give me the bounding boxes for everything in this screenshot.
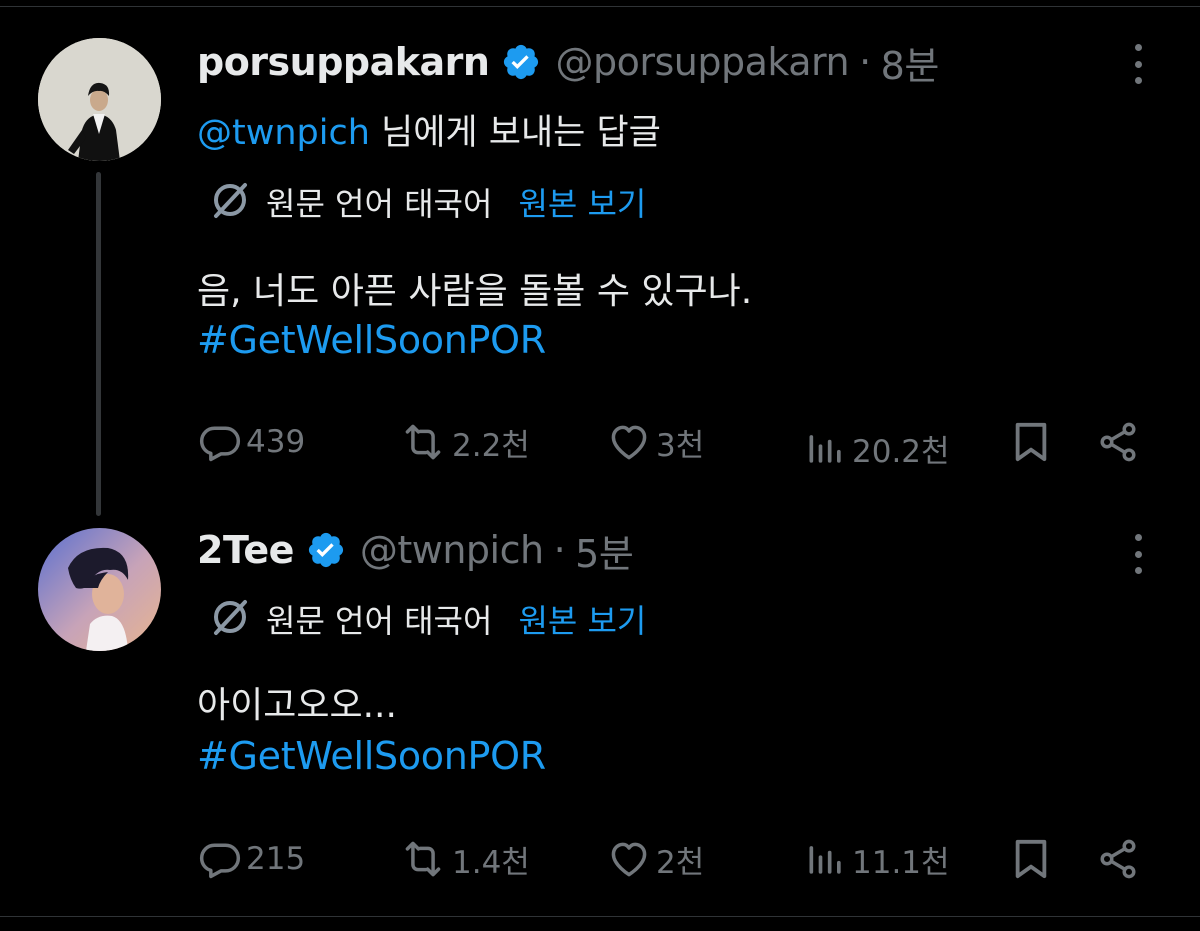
like-count: 2천 — [656, 844, 705, 881]
bookmark-icon — [1010, 836, 1052, 882]
like-button[interactable]: 3천 — [606, 419, 704, 465]
view-count: 20.2천 — [852, 433, 950, 470]
bookmark-button[interactable] — [1010, 419, 1052, 465]
like-count: 3천 — [656, 427, 705, 464]
tweet-text: 음, 너도 아픈 사람을 돌볼 수 있구나. — [197, 271, 753, 312]
translation-label: 원문 언어 태국어 — [266, 185, 493, 223]
like-button[interactable]: 2천 — [606, 836, 704, 882]
repost-icon — [398, 420, 448, 464]
display-name[interactable]: porsuppakarn — [197, 40, 490, 84]
replying-to: @twnpich 님에게 보내는 답글 — [197, 104, 661, 155]
repost-button[interactable]: 2.2천 — [398, 419, 530, 465]
separator-dot: · — [859, 40, 871, 84]
share-icon — [1096, 419, 1140, 465]
repost-count: 2.2천 — [452, 427, 530, 464]
reply-button[interactable]: 439 — [198, 419, 305, 465]
show-original-link[interactable]: 원본 보기 — [518, 179, 646, 225]
bookmark-button[interactable] — [1010, 836, 1052, 882]
reply-count: 215 — [246, 841, 306, 877]
tweet-text: 아이고오오... — [197, 685, 397, 726]
translate-icon — [208, 595, 252, 643]
bookmark-icon — [1010, 419, 1052, 465]
repost-icon — [398, 837, 448, 881]
translation-row: 원문 언어 태국어 원본 보기 — [208, 597, 646, 641]
heart-icon — [606, 420, 652, 464]
translation-row: 원문 언어 태국어 원본 보기 — [208, 180, 646, 224]
translation-label: 원문 언어 태국어 — [266, 602, 493, 640]
avatar[interactable] — [38, 38, 161, 161]
views-icon — [804, 426, 848, 470]
avatar[interactable] — [38, 528, 161, 651]
share-button[interactable] — [1096, 419, 1140, 465]
top-divider — [0, 6, 1200, 7]
tweet-header: 2Tee @twnpich · 5분 — [197, 523, 634, 578]
more-icon[interactable] — [1130, 44, 1146, 84]
verified-badge-icon[interactable] — [306, 530, 346, 570]
views-icon — [804, 837, 848, 881]
timestamp[interactable]: 8분 — [881, 35, 940, 90]
bottom-divider — [0, 916, 1200, 917]
reply-icon — [198, 837, 242, 881]
show-original-link[interactable]: 원본 보기 — [518, 596, 646, 642]
view-count: 11.1천 — [852, 844, 950, 881]
timestamp[interactable]: 5분 — [575, 523, 634, 578]
views-button[interactable]: 20.2천 — [804, 425, 950, 471]
reply-count: 439 — [246, 424, 306, 460]
thread-connector-line — [96, 172, 101, 516]
hashtag-link[interactable]: #GetWellSoonPOR — [197, 734, 546, 778]
more-icon[interactable] — [1130, 534, 1146, 574]
separator-dot: · — [553, 528, 566, 572]
display-name[interactable]: 2Tee — [197, 528, 294, 572]
reply-button[interactable]: 215 — [198, 836, 305, 882]
verified-badge-icon[interactable] — [501, 42, 541, 82]
share-button[interactable] — [1096, 836, 1140, 882]
repost-count: 1.4천 — [452, 844, 530, 881]
translate-icon — [208, 178, 252, 226]
tweet-header: porsuppakarn @porsuppakarn · 8분 — [197, 35, 940, 90]
views-button[interactable]: 11.1천 — [804, 836, 950, 882]
repost-button[interactable]: 1.4천 — [398, 836, 530, 882]
heart-icon — [606, 837, 652, 881]
share-icon — [1096, 836, 1140, 882]
hashtag-link[interactable]: #GetWellSoonPOR — [197, 318, 546, 362]
handle[interactable]: @porsuppakarn — [555, 40, 849, 84]
reply-to-suffix: 님에게 보내는 답글 — [369, 113, 661, 153]
reply-mention-link[interactable]: @twnpich — [197, 113, 370, 153]
reply-icon — [198, 420, 242, 464]
handle[interactable]: @twnpich — [360, 528, 544, 572]
